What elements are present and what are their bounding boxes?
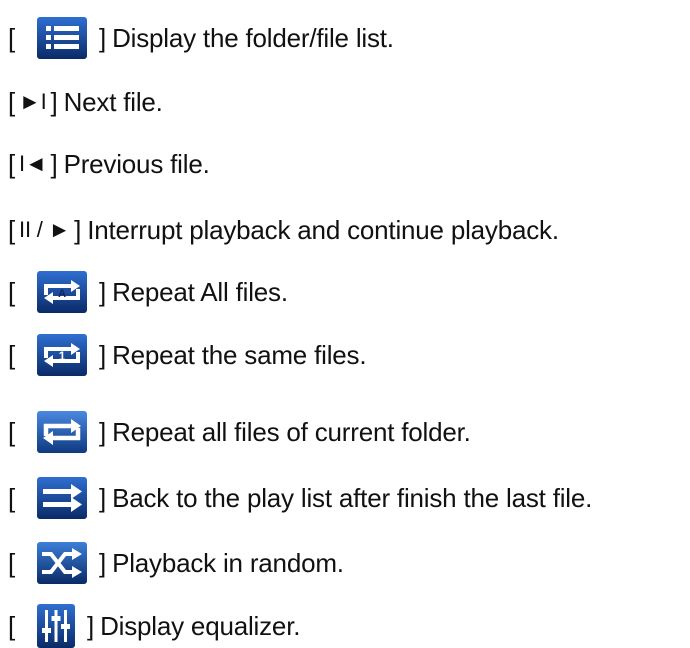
description: Interrupt playback and continue playback… (87, 214, 559, 245)
open-bracket: [ (8, 276, 16, 307)
close-bracket: ] (87, 610, 95, 641)
shuffle-icon (37, 542, 88, 584)
sequential-icon (37, 477, 88, 519)
repeat-folder-icon (37, 411, 88, 453)
close-bracket: ] (74, 214, 82, 245)
close-bracket: ] (99, 339, 107, 370)
legend-row-previous: [ I◄ ] Previous file. (8, 142, 210, 186)
repeat-one-icon: 1 (37, 334, 88, 376)
close-bracket: ] (99, 416, 107, 447)
legend-row-repeat-all: [ A ] Repeat All files. (8, 270, 288, 314)
list-icon (37, 17, 88, 59)
description: Display equalizer. (100, 610, 301, 641)
close-bracket: ] (99, 22, 107, 53)
description: Display the folder/file list. (112, 22, 394, 53)
repeat-all-icon: A (37, 271, 88, 313)
legend-row-repeat-one: [ 1 ] Repeat the same files. (8, 333, 367, 377)
description: Repeat the same files. (112, 339, 367, 370)
open-bracket: [ (8, 214, 16, 245)
open-bracket: [ (8, 482, 16, 513)
legend-row-sequential: [ ] Back to the play list after finish t… (8, 476, 592, 520)
description: Repeat all files of current folder. (112, 416, 471, 447)
play-pause-symbol: II / ► (19, 217, 71, 242)
close-bracket: ] (99, 276, 107, 307)
previous-symbol: I◄ (19, 151, 47, 176)
open-bracket: [ (8, 22, 16, 53)
close-bracket: ] (99, 482, 107, 513)
close-bracket: ] (50, 148, 58, 179)
open-bracket: [ (8, 148, 16, 179)
legend-row-equalizer: [ ] Display equalizer. (8, 604, 300, 648)
description: Previous file. (63, 148, 210, 179)
open-bracket: [ (8, 610, 16, 641)
open-bracket: [ (8, 416, 16, 447)
repeat-one-digit: 1 (59, 349, 66, 363)
open-bracket: [ (8, 86, 16, 117)
close-bracket: ] (50, 86, 58, 117)
legend-row-next: [ ►I ] Next file. (8, 80, 163, 124)
next-symbol: ►I (19, 89, 47, 114)
legend-row-folder-list: [ ] Display the folder/file list. (8, 16, 394, 60)
description: Repeat All files. (112, 276, 288, 307)
open-bracket: [ (8, 547, 16, 578)
description: Back to the play list after finish the l… (112, 482, 593, 513)
legend-row-play-pause: [ II / ► ] Interrupt playback and contin… (8, 208, 559, 252)
open-bracket: [ (8, 339, 16, 370)
legend-row-repeat-folder: [ ] Repeat all files of current folder. (8, 410, 471, 454)
repeat-all-letter: A (58, 288, 66, 300)
legend-row-shuffle: [ ] Playback in random. (8, 541, 344, 585)
equalizer-icon (37, 604, 76, 648)
description: Playback in random. (112, 547, 344, 578)
close-bracket: ] (99, 547, 107, 578)
description: Next file. (63, 86, 163, 117)
